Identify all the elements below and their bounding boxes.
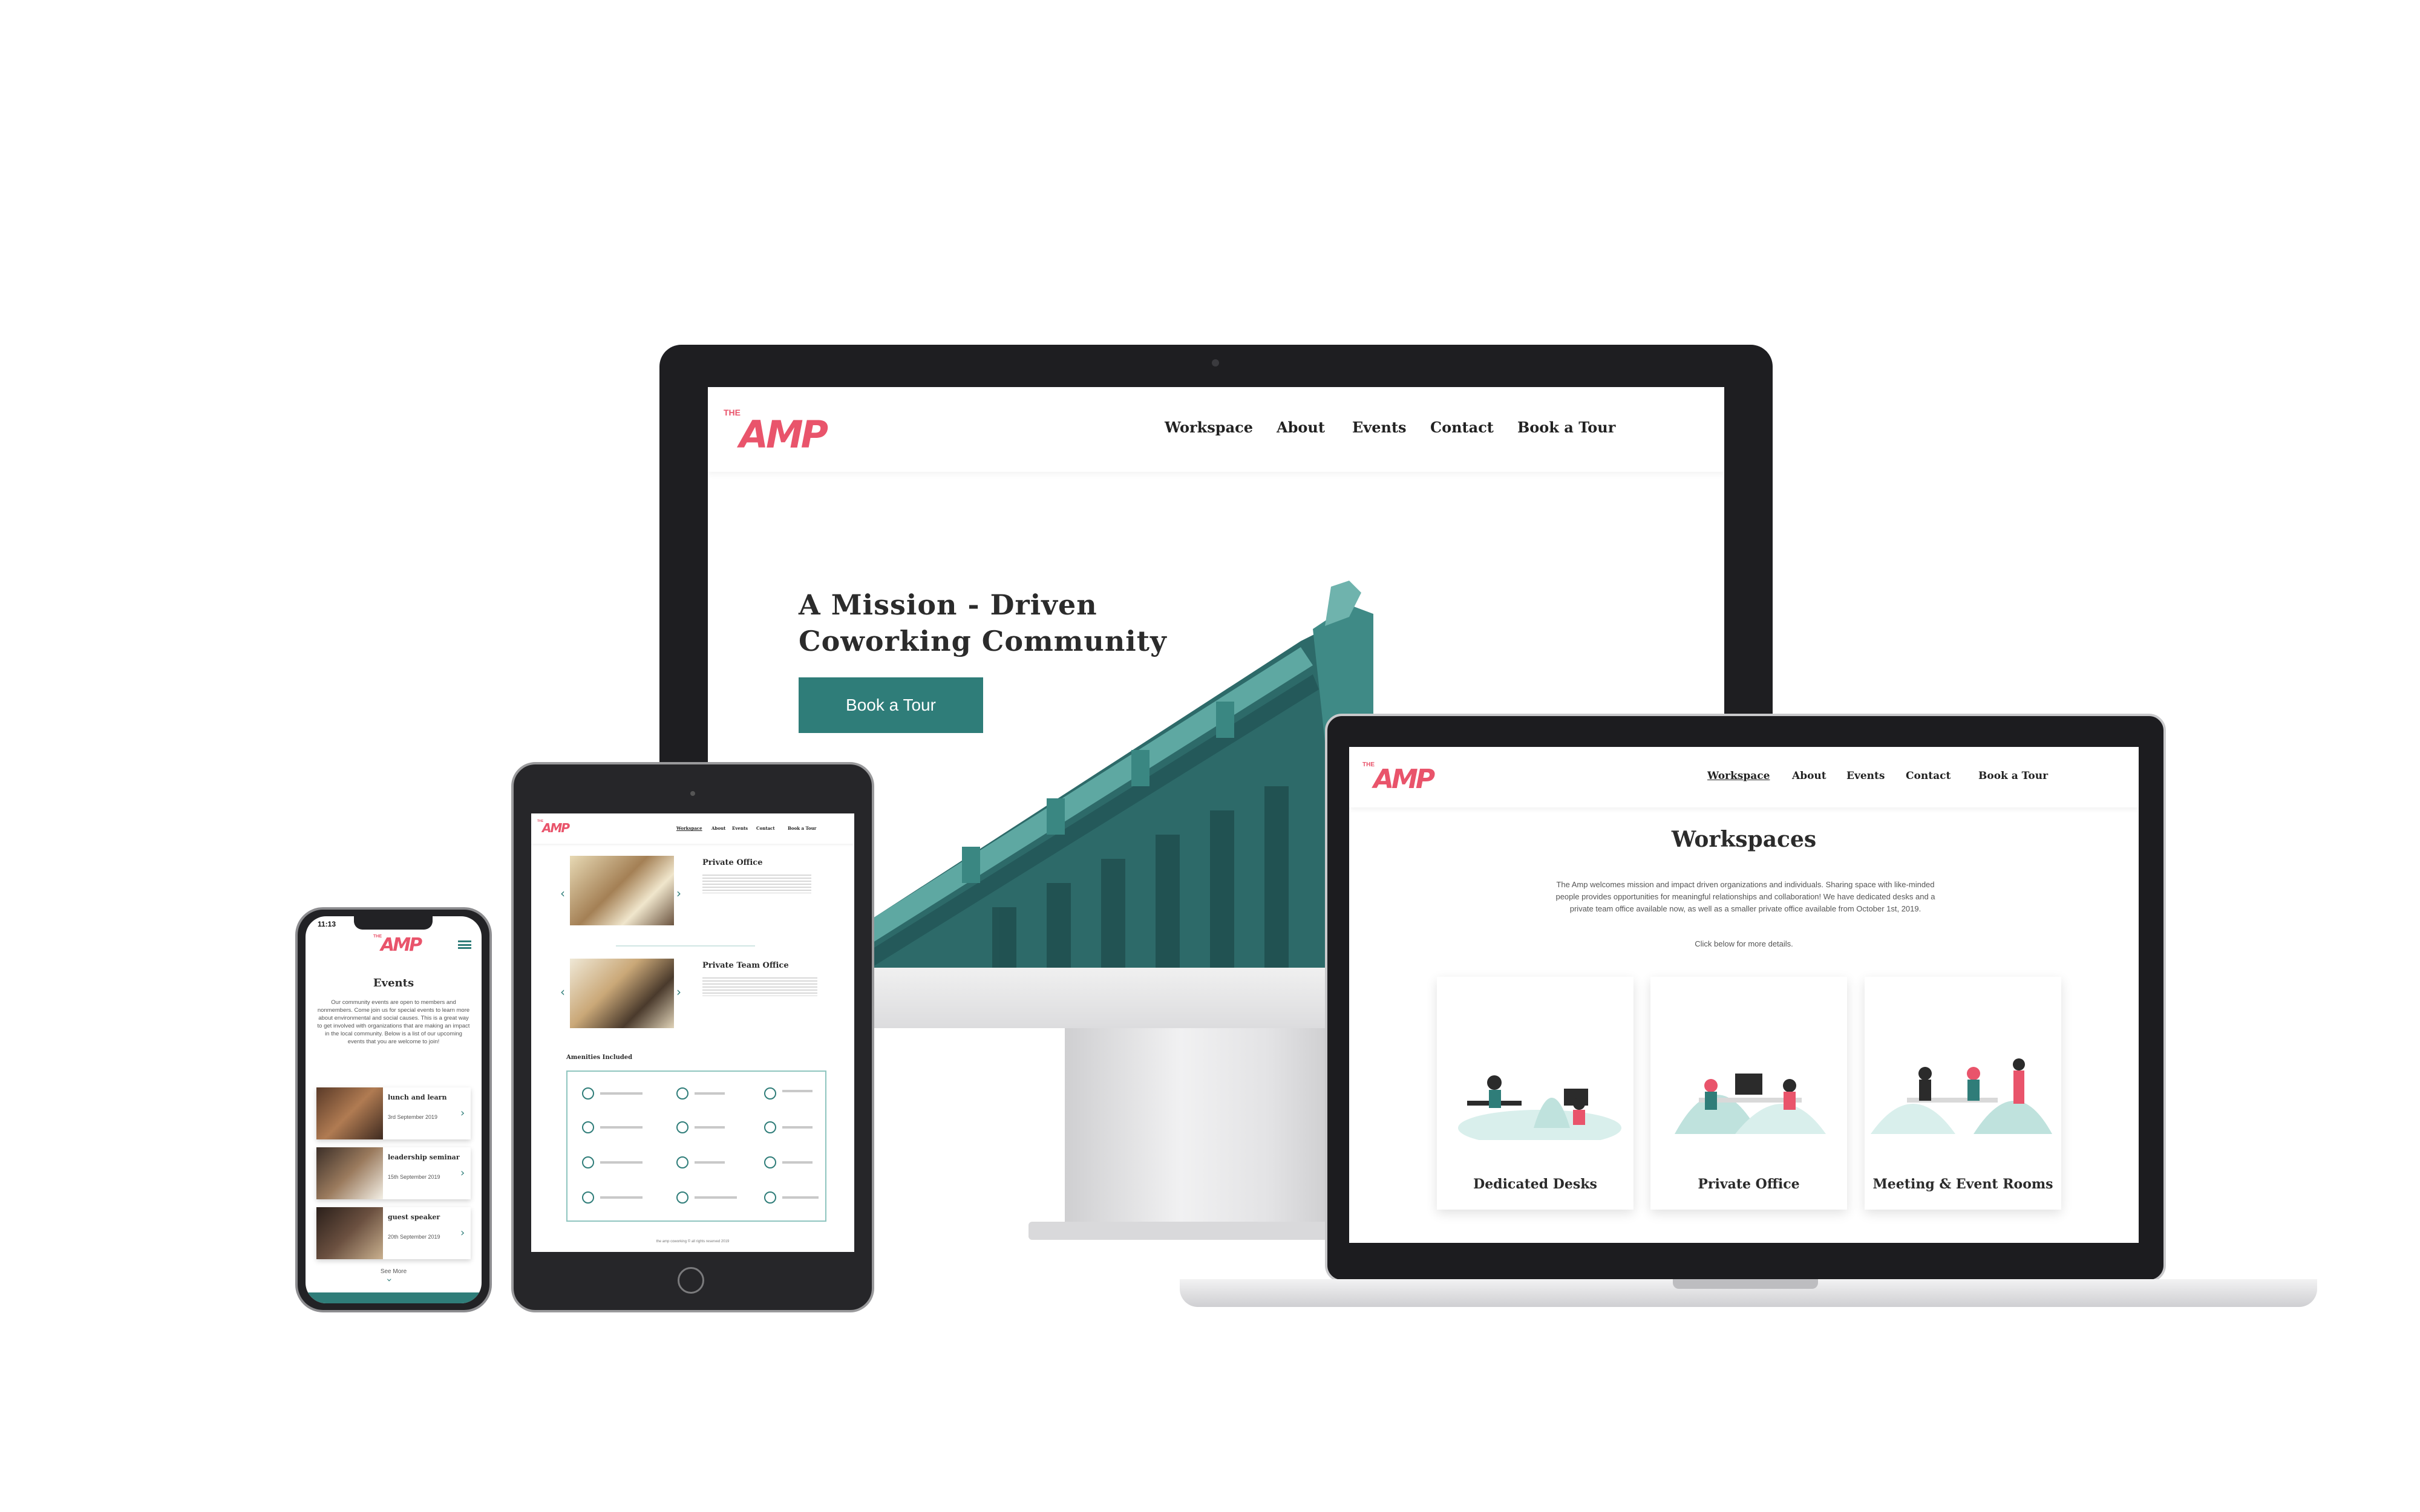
phone-screen: 11:13 THE AMP Events Our community event… xyxy=(306,916,482,1303)
event-photo xyxy=(316,1087,383,1139)
card-label: Dedicated Desks xyxy=(1473,1176,1597,1192)
phone-bottom-bar xyxy=(306,1292,482,1303)
nav-events[interactable]: Events xyxy=(1846,770,1885,782)
card-label: Private Office xyxy=(1698,1176,1800,1192)
chevron-down-icon[interactable]: › xyxy=(384,1278,396,1282)
event-name: lunch and learn xyxy=(388,1093,447,1101)
logo-amp-text: AMP xyxy=(542,821,570,835)
see-more-link[interactable]: See More xyxy=(306,1268,482,1275)
logo-amp-text: AMP xyxy=(381,934,422,956)
office2-photo xyxy=(570,959,674,1028)
section-divider xyxy=(616,945,755,947)
event-photo xyxy=(316,1147,383,1199)
amenities-title: Amenities Included xyxy=(566,1054,633,1061)
chevron-right-icon: › xyxy=(460,1107,465,1119)
logo-amp-text: AMP xyxy=(1373,764,1435,795)
event-date: 20th September 2019 xyxy=(388,1234,440,1240)
office2-prev-arrow[interactable]: ‹ xyxy=(560,985,565,999)
office2-title: Private Team Office xyxy=(702,961,789,970)
tablet-home-button[interactable] xyxy=(678,1267,704,1294)
events-title: Events xyxy=(373,977,414,989)
office1-next-arrow[interactable]: › xyxy=(676,886,681,901)
event-row[interactable]: lunch and learn 3rd September 2019 › xyxy=(316,1087,471,1139)
office1-photo xyxy=(570,856,674,925)
event-photo xyxy=(316,1207,383,1259)
card-private-office[interactable]: Private Office xyxy=(1650,977,1847,1210)
card-meeting-event-rooms[interactable]: Meeting & Event Rooms xyxy=(1865,977,2061,1210)
event-date: 15th September 2019 xyxy=(388,1174,440,1180)
amenity-icons xyxy=(582,1087,819,1204)
nav-contact[interactable]: Contact xyxy=(1906,770,1951,782)
chevron-right-icon: › xyxy=(460,1167,465,1179)
laptop-notch xyxy=(1673,1279,1818,1289)
workspaces-title: Workspaces xyxy=(1671,827,1817,852)
monitor-camera xyxy=(1212,359,1219,367)
workspaces-intro: The Amp welcomes mission and impact driv… xyxy=(1555,880,1935,913)
office-illustration xyxy=(1675,1074,1826,1134)
office1-text-placeholder xyxy=(702,873,811,893)
card-dedicated-desks[interactable]: Dedicated Desks xyxy=(1437,977,1634,1210)
hamburger-menu-icon[interactable] xyxy=(458,940,471,949)
hamburger-middle-bar xyxy=(458,944,471,946)
nav-workspace[interactable]: Workspace xyxy=(676,826,702,831)
nav-workspace[interactable]: Workspace xyxy=(1707,770,1770,782)
event-name: leadership seminar xyxy=(388,1153,460,1161)
nav-about[interactable]: About xyxy=(1792,770,1826,782)
amenities-box xyxy=(566,1070,826,1222)
office2-next-arrow[interactable]: › xyxy=(676,985,681,999)
phone-logo[interactable]: THE AMP xyxy=(373,932,422,959)
event-name: guest speaker xyxy=(388,1213,440,1221)
laptop-logo[interactable]: THE AMP xyxy=(1362,759,1435,795)
chevron-right-icon: › xyxy=(460,1227,465,1239)
event-date: 3rd September 2019 xyxy=(388,1114,438,1120)
office2-text-placeholder xyxy=(702,976,817,996)
phone-notch xyxy=(354,916,433,930)
tablet-logo[interactable]: THE AMP xyxy=(537,818,570,838)
desk-illustration xyxy=(1458,1075,1621,1140)
laptop-screen: THE AMP Workspace About Events Contact B… xyxy=(1349,747,2139,1243)
logo-the-text: THE xyxy=(1362,761,1375,768)
workspaces-click-note: Click below for more details. xyxy=(1695,939,1793,948)
nav-book-tour[interactable]: Book a Tour xyxy=(1978,770,2048,782)
tablet-camera xyxy=(690,791,695,796)
office1-prev-arrow[interactable]: ‹ xyxy=(560,886,565,901)
nav-book-tour[interactable]: Book a Tour xyxy=(788,826,816,831)
meeting-illustration xyxy=(1871,1058,2052,1134)
nav-contact[interactable]: Contact xyxy=(756,826,775,831)
events-intro: Our community events are open to members… xyxy=(317,999,470,1045)
event-row[interactable]: guest speaker 20th September 2019 › xyxy=(316,1207,471,1259)
tablet-footer: the amp coworking © all rights reserved … xyxy=(656,1240,730,1243)
phone-status-time: 11:13 xyxy=(318,920,336,928)
nav-about[interactable]: About xyxy=(711,826,725,831)
office1-title: Private Office xyxy=(702,858,763,867)
tablet-screen: THE AMP Workspace About Events Contact B… xyxy=(531,813,854,1252)
nav-events[interactable]: Events xyxy=(732,826,748,831)
event-row[interactable]: leadership seminar 15th September 2019 › xyxy=(316,1147,471,1199)
card-label: Meeting & Event Rooms xyxy=(1872,1176,2053,1192)
monitor-stand-neck xyxy=(1065,1022,1355,1222)
